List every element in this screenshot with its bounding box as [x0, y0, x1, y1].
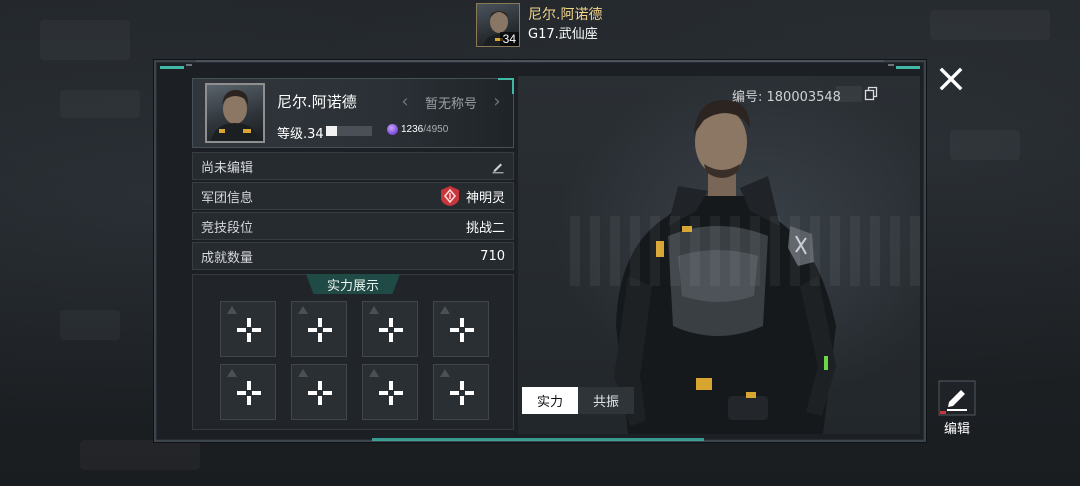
- exp-current: 1236: [401, 124, 424, 135]
- rank-value: 挑战二: [465, 220, 505, 236]
- copy-id-button[interactable]: [864, 86, 878, 102]
- pencil-icon: [492, 163, 504, 174]
- panel-notch: [186, 64, 192, 66]
- player-level: 等级.34: [277, 127, 324, 142]
- experience-display: 1236/4950: [387, 124, 448, 135]
- panel-bottom-accent: [372, 438, 704, 441]
- panel-notch: [888, 64, 894, 66]
- add-plus-icon: [237, 381, 261, 405]
- tab-resonance[interactable]: 共振: [578, 387, 634, 414]
- slot-rank-icon: [227, 306, 237, 314]
- showcase-title: 实力展示: [306, 274, 400, 294]
- panel-corner-accent: [160, 66, 184, 69]
- slot-rank-icon: [369, 369, 379, 377]
- showcase-slot[interactable]: [291, 301, 347, 357]
- slot-rank-icon: [440, 306, 450, 314]
- exp-max: /4950: [423, 124, 449, 135]
- add-plus-icon: [308, 318, 332, 342]
- level-progress-fill: [326, 126, 338, 136]
- showcase-slot[interactable]: [433, 364, 489, 420]
- id-mask: [836, 86, 862, 102]
- showcase-slot[interactable]: [220, 364, 276, 420]
- showcase-slot[interactable]: [291, 364, 347, 420]
- signature-text: 尚未编辑: [201, 160, 254, 176]
- slot-rank-icon: [227, 369, 237, 377]
- slot-rank-icon: [298, 369, 308, 377]
- top-avatar[interactable]: 34: [476, 3, 520, 47]
- showcase-panel: 实力展示: [192, 274, 514, 430]
- slot-rank-icon: [440, 369, 450, 377]
- player-title: 暂无称号: [424, 96, 477, 112]
- edit-button[interactable]: [938, 380, 976, 416]
- add-plus-icon: [450, 318, 474, 342]
- slot-rank-icon: [298, 306, 308, 314]
- achievement-row: 成就数量 710: [192, 242, 514, 270]
- top-player-name: 尼尔.阿诺德: [528, 7, 603, 23]
- legion-emblem-icon: [440, 185, 460, 207]
- rank-row: 竞技段位 挑战二: [192, 212, 514, 240]
- add-plus-icon: [308, 381, 332, 405]
- copy-icon: [864, 86, 878, 101]
- chevron-right-icon[interactable]: ›: [491, 93, 503, 111]
- background-block: [60, 90, 140, 118]
- slot-rank-icon: [369, 306, 379, 314]
- background-block: [950, 130, 1020, 160]
- chevron-left-icon[interactable]: ‹: [399, 93, 411, 111]
- legion-name: 神明灵: [465, 190, 505, 206]
- top-server-name: G17.武仙座: [528, 27, 598, 42]
- achievement-value: 710: [480, 248, 505, 264]
- experience-orb-icon: [387, 124, 398, 135]
- add-plus-icon: [237, 318, 261, 342]
- legion-row[interactable]: 军团信息 神明灵: [192, 182, 514, 210]
- background-block: [80, 440, 200, 470]
- add-plus-icon: [450, 381, 474, 405]
- close-icon: [939, 67, 963, 91]
- portrait-background-stripes: [570, 216, 920, 286]
- profile-card: 尼尔.阿诺德 ‹ 暂无称号 › 等级.34 1236/4950: [192, 78, 514, 148]
- panel-corner-accent: [896, 66, 920, 69]
- player-name: 尼尔.阿诺德: [277, 93, 357, 111]
- character-id: 编号: 180003548: [732, 90, 841, 105]
- showcase-slot[interactable]: [362, 364, 418, 420]
- close-button[interactable]: [936, 64, 966, 94]
- panel-top-line: [196, 60, 884, 62]
- showcase-slot[interactable]: [362, 301, 418, 357]
- edit-signature-button[interactable]: [491, 159, 505, 174]
- level-progress-bar: [326, 126, 372, 136]
- title-selector[interactable]: ‹ 暂无称号 ›: [399, 91, 503, 113]
- signature-row[interactable]: 尚未编辑: [192, 152, 514, 180]
- view-tabs: 实力 共振: [522, 387, 634, 414]
- background-block: [60, 310, 120, 340]
- top-level-badge: 34: [499, 32, 519, 46]
- tab-strength[interactable]: 实力: [522, 387, 578, 414]
- add-plus-icon: [379, 318, 403, 342]
- add-plus-icon: [379, 381, 403, 405]
- edit-icon: [938, 380, 976, 416]
- showcase-slot[interactable]: [433, 301, 489, 357]
- showcase-slot[interactable]: [220, 301, 276, 357]
- achievement-label: 成就数量: [201, 250, 254, 266]
- profile-avatar[interactable]: [205, 83, 265, 143]
- top-player-header: 34 尼尔.阿诺德 G17.武仙座: [476, 2, 602, 48]
- edit-label: 编辑: [943, 422, 970, 437]
- background-block: [930, 10, 1050, 40]
- legion-label: 军团信息: [201, 190, 254, 206]
- rank-label: 竞技段位: [201, 220, 254, 236]
- background-block: [40, 20, 130, 60]
- avatar-portrait-icon: [211, 89, 259, 141]
